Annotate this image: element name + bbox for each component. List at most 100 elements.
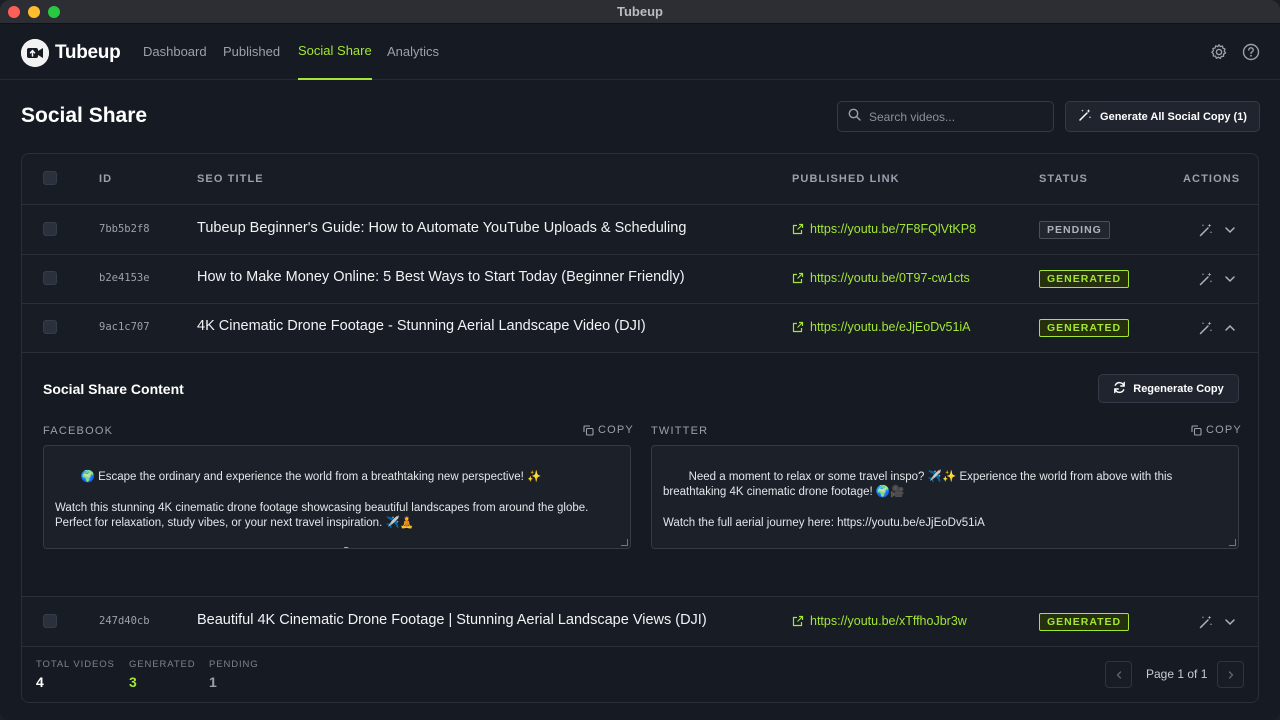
- refresh-icon: [1113, 381, 1126, 397]
- search-icon: [848, 108, 861, 126]
- resize-grip[interactable]: [1229, 539, 1236, 546]
- chevron-up-icon[interactable]: [1223, 321, 1237, 335]
- external-link-icon: [792, 615, 804, 627]
- minimize-window-button[interactable]: [28, 6, 40, 18]
- header-actions: ACTIONS: [1183, 173, 1241, 185]
- regenerate-copy-label: Regenerate Copy: [1133, 382, 1224, 395]
- row-seo-title: Tubeup Beginner's Guide: How to Automate…: [197, 220, 687, 236]
- row-checkbox[interactable]: [43, 320, 57, 334]
- row-seo-title: Beautiful 4K Cinematic Drone Footage | S…: [197, 612, 707, 628]
- table-row[interactable]: 9ac1c707 4K Cinematic Drone Footage - St…: [22, 303, 1258, 353]
- published-link[interactable]: https://youtu.be/eJjEoDv51iA: [792, 320, 971, 334]
- magic-wand-icon[interactable]: [1198, 222, 1214, 238]
- status-badge: GENERATED: [1039, 270, 1130, 288]
- copy-label: COPY: [598, 424, 634, 436]
- tab-analytics[interactable]: Analytics: [387, 24, 439, 80]
- next-page-button[interactable]: [1217, 661, 1244, 688]
- published-link[interactable]: https://youtu.be/xTffhoJbr3w: [792, 614, 967, 628]
- title-bar: Tubeup: [0, 0, 1280, 24]
- table-row[interactable]: 7bb5b2f8 Tubeup Beginner's Guide: How to…: [22, 205, 1258, 255]
- twitter-copy-textarea[interactable]: Need a moment to relax or some travel in…: [651, 445, 1239, 549]
- external-link-icon: [792, 223, 804, 235]
- table-row[interactable]: b2e4153e How to Make Money Online: 5 Bes…: [22, 254, 1258, 304]
- search-box[interactable]: [837, 101, 1054, 132]
- tab-published[interactable]: Published: [223, 24, 280, 80]
- page-title: Social Share: [21, 104, 148, 127]
- row-id: 9ac1c707: [99, 321, 150, 333]
- table-row[interactable]: 247d40cb Beautiful 4K Cinematic Drone Fo…: [22, 597, 1258, 647]
- twitter-copy-text: Need a moment to relax or some travel in…: [663, 470, 1173, 530]
- row-checkbox[interactable]: [43, 614, 57, 628]
- header-id: ID: [99, 173, 113, 185]
- pending-label: PENDING: [209, 659, 259, 670]
- header-published-link: PUBLISHED LINK: [792, 173, 900, 185]
- facebook-copy-textarea[interactable]: 🌍 Escape the ordinary and experience the…: [43, 445, 631, 549]
- total-videos-value: 4: [36, 674, 44, 690]
- copy-label: COPY: [1206, 424, 1242, 436]
- resize-grip[interactable]: [621, 539, 628, 546]
- chevron-left-icon: [1116, 670, 1121, 679]
- window-title: Tubeup: [617, 4, 663, 19]
- row-id: b2e4153e: [99, 272, 150, 284]
- chevron-down-icon[interactable]: [1223, 615, 1237, 629]
- close-window-button[interactable]: [8, 6, 20, 18]
- header-status: STATUS: [1039, 173, 1088, 185]
- pending-value: 1: [209, 674, 217, 690]
- brand[interactable]: Tubeup: [21, 39, 121, 67]
- published-link-text: https://youtu.be/eJjEoDv51iA: [810, 320, 971, 334]
- brand-name: Tubeup: [55, 42, 121, 63]
- social-content-title: Social Share Content: [43, 381, 184, 397]
- chevron-right-icon: [1228, 670, 1233, 679]
- table-footer: TOTAL VIDEOS 4 GENERATED 3 PENDING 1 Pag…: [22, 647, 1258, 702]
- row-id: 247d40cb: [99, 615, 150, 627]
- page-indicator: Page 1 of 1: [1146, 667, 1208, 681]
- published-link[interactable]: https://youtu.be/0T97-cw1cts: [792, 271, 970, 285]
- status-badge: PENDING: [1039, 221, 1110, 239]
- row-seo-title: 4K Cinematic Drone Footage - Stunning Ae…: [197, 318, 646, 334]
- videos-table: ID SEO TITLE PUBLISHED LINK STATUS ACTIO…: [21, 153, 1259, 703]
- app-window: Tubeup Tubeup Dashboard Published Social…: [0, 0, 1280, 720]
- facebook-label: FACEBOOK: [43, 425, 114, 437]
- row-checkbox[interactable]: [43, 271, 57, 285]
- twitter-label: TWITTER: [651, 425, 709, 437]
- magic-wand-icon: [1078, 108, 1092, 125]
- magic-wand-icon[interactable]: [1198, 320, 1214, 336]
- row-checkbox[interactable]: [43, 222, 57, 236]
- external-link-icon: [792, 272, 804, 284]
- published-link-text: https://youtu.be/0T97-cw1cts: [810, 271, 970, 285]
- status-badge: GENERATED: [1039, 613, 1130, 631]
- help-icon[interactable]: [1242, 43, 1260, 61]
- select-all-checkbox[interactable]: [43, 171, 57, 185]
- copy-icon: [1191, 424, 1202, 436]
- published-link[interactable]: https://youtu.be/7F8FQlVtKP8: [792, 222, 976, 236]
- tab-dashboard[interactable]: Dashboard: [143, 24, 207, 80]
- status-badge: GENERATED: [1039, 319, 1130, 337]
- upload-logo-icon: [21, 39, 49, 67]
- gear-icon[interactable]: [1210, 43, 1228, 61]
- header-seo-title: SEO TITLE: [197, 173, 264, 185]
- generated-label: GENERATED: [129, 659, 196, 670]
- external-link-icon: [792, 321, 804, 333]
- previous-page-button[interactable]: [1105, 661, 1132, 688]
- chevron-down-icon[interactable]: [1223, 223, 1237, 237]
- top-navigation: Tubeup Dashboard Published Social Share …: [0, 24, 1280, 80]
- generated-value: 3: [129, 674, 137, 690]
- magic-wand-icon[interactable]: [1198, 614, 1214, 630]
- facebook-copy-text: 🌍 Escape the ordinary and experience the…: [55, 470, 589, 530]
- magic-wand-icon[interactable]: [1198, 271, 1214, 287]
- tab-social-share[interactable]: Social Share: [298, 24, 372, 80]
- search-input[interactable]: [869, 109, 1039, 124]
- facebook-copy-button[interactable]: COPY: [583, 424, 634, 436]
- chevron-down-icon[interactable]: [1223, 272, 1237, 286]
- twitter-copy-button[interactable]: COPY: [1191, 424, 1242, 436]
- published-link-text: https://youtu.be/xTffhoJbr3w: [810, 614, 967, 628]
- copy-icon: [583, 424, 594, 436]
- published-link-text: https://youtu.be/7F8FQlVtKP8: [810, 222, 977, 236]
- generate-all-label: Generate All Social Copy (1): [1100, 110, 1247, 123]
- regenerate-copy-button[interactable]: Regenerate Copy: [1098, 374, 1239, 403]
- maximize-window-button[interactable]: [48, 6, 60, 18]
- row-id: 7bb5b2f8: [99, 223, 150, 235]
- total-videos-label: TOTAL VIDEOS: [36, 659, 115, 670]
- social-share-content-panel: Social Share Content Regenerate Copy FAC…: [22, 353, 1258, 597]
- generate-all-button[interactable]: Generate All Social Copy (1): [1065, 101, 1260, 132]
